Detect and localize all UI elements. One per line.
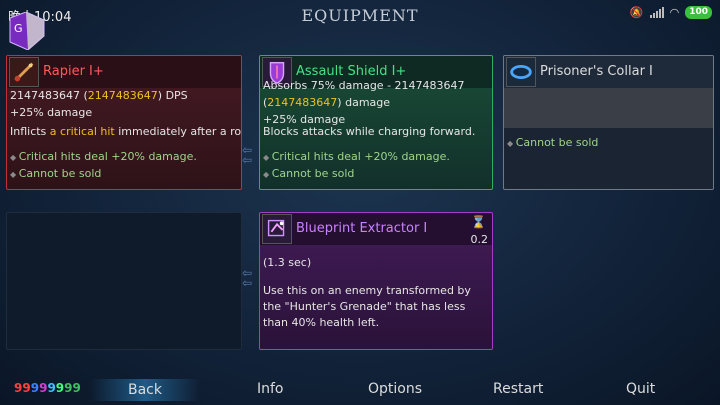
description-line: Use this on an enemy transformed by the … [263, 284, 471, 329]
options-button[interactable]: Options [368, 381, 422, 397]
perk-line: Cannot be sold [507, 136, 599, 149]
bottom-nav: Back Info Options Restart Quit [0, 378, 720, 405]
extractor-icon [262, 214, 292, 244]
rapier-icon [9, 57, 39, 87]
duration-line: (1.3 sec) [263, 256, 312, 269]
item-name: Blueprint Extractor I [296, 221, 428, 236]
perk-line: Critical hits deal +20% damage. [10, 150, 197, 163]
absorb-line: Absorbs 75% damage - 2147483647 [263, 79, 465, 92]
damage-suffix: damage [341, 96, 391, 109]
dps-prefix: 2147483647 ( [10, 89, 88, 102]
description-line: Blocks attacks while charging forward. [263, 125, 476, 138]
equipment-card-rapier[interactable]: Rapier I+ 2147483647 (2147483647) DPS +2… [6, 55, 242, 190]
cooldown-value: 0.2 [470, 233, 489, 246]
damage-value: 2147483647 [267, 96, 338, 109]
equipment-card-collar[interactable]: Prisoner's Collar I Cannot be sold [503, 55, 714, 190]
info-button[interactable]: Info [257, 381, 284, 397]
collar-icon [506, 57, 536, 87]
perk-line: Cannot be sold [10, 167, 102, 180]
desc-highlight: a critical hit [49, 125, 115, 138]
item-name: Prisoner's Collar I [540, 64, 653, 79]
perk-line: Cannot be sold [263, 167, 355, 180]
empty-equipment-slot[interactable] [6, 212, 242, 350]
restart-button[interactable]: Restart [493, 381, 543, 397]
dps-line: 2147483647 (2147483647) DPS [10, 89, 188, 102]
hourglass-icon: ⌛ [471, 215, 486, 229]
screen-title: EQUIPMENT [301, 6, 419, 25]
damage-value-line: (2147483647) damage [263, 96, 391, 109]
stats-band [504, 88, 713, 128]
card-header: Blueprint Extractor I ⌛ 0.2 [260, 213, 492, 246]
card-header: Prisoner's Collar I [504, 56, 713, 88]
perk-line: Critical hits deal +20% damage. [263, 150, 450, 163]
item-name: Rapier I+ [43, 64, 104, 79]
card-header: Rapier I+ [7, 56, 241, 88]
description-line: Inflicts a critical hit immediately afte… [10, 125, 242, 138]
equipment-card-shield[interactable]: Assault Shield I+ Absorbs 75% damage - 2… [259, 55, 493, 190]
swap-arrows-icon: ⇦ ⇦ [242, 143, 253, 167]
dps-suffix: ) DPS [157, 89, 188, 102]
back-button[interactable]: Back [90, 379, 200, 401]
desc-text: immediately after a roll. [114, 125, 242, 138]
item-name: Assault Shield I+ [296, 64, 407, 79]
quit-button[interactable]: Quit [626, 381, 655, 397]
desc-text: Inflicts [10, 125, 50, 138]
damage-line: +25% damage [10, 106, 93, 119]
swap-arrows-icon: ⇦ ⇦ [242, 266, 253, 290]
equipment-card-extractor[interactable]: Blueprint Extractor I ⌛ 0.2 (1.3 sec) Us… [259, 212, 493, 350]
dps-value: 2147483647 [87, 89, 158, 102]
